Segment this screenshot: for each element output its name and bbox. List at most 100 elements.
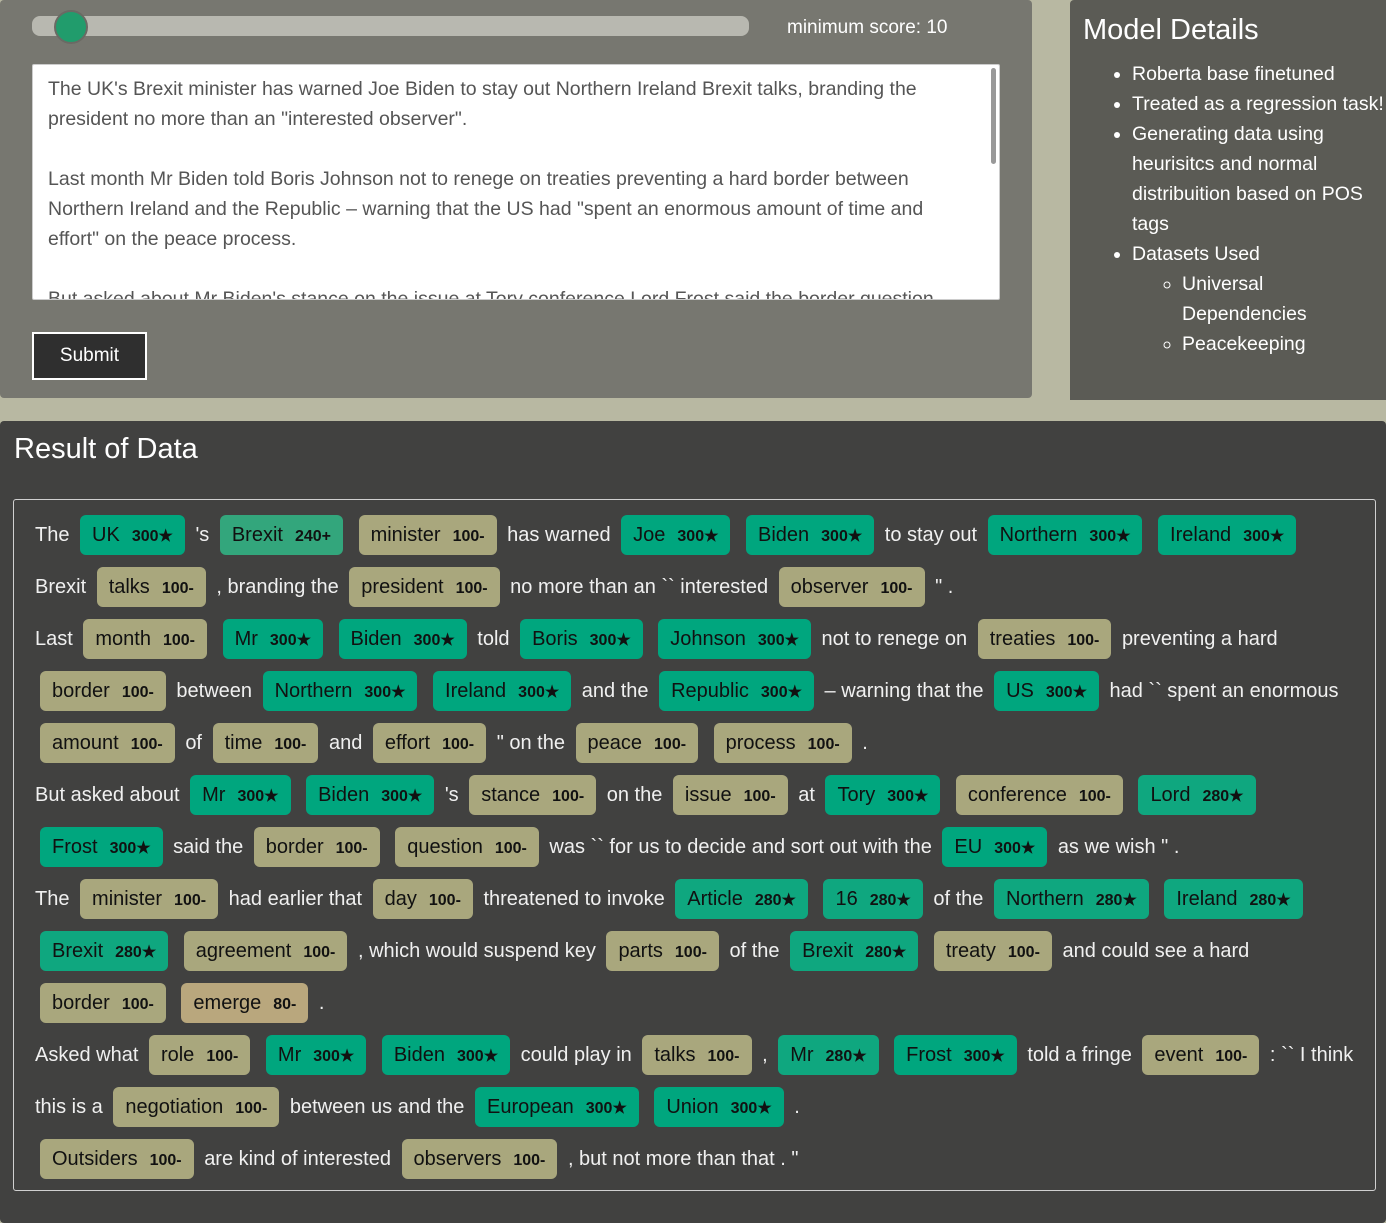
detail-item: Generating data using heurisitcs and nor… — [1132, 119, 1386, 239]
plain-text: " . — [935, 576, 954, 598]
token-score: 300★ — [887, 788, 929, 805]
scored-token: agreement 100- — [183, 931, 348, 971]
token-word: conference — [967, 784, 1067, 806]
plain-text: of the — [729, 940, 780, 962]
plain-text: and the — [581, 680, 649, 702]
plain-text: between us and the — [289, 1096, 465, 1118]
scored-token: Tory 300★ — [825, 775, 941, 815]
token-word: Biden — [318, 784, 370, 806]
token-score: 300★ — [381, 788, 423, 805]
scored-token: EU 300★ — [942, 827, 1048, 867]
result-paragraph: Asked what role 100- Mr 300★ Biden 300★ cou… — [35, 1030, 1355, 1134]
plain-text: . — [318, 992, 325, 1014]
submit-button[interactable]: Submit — [32, 332, 147, 380]
plain-text: Last — [35, 628, 73, 650]
token-word: 16 — [835, 888, 858, 910]
scored-token: US 300★ — [994, 671, 1099, 711]
plain-text: Brexit — [35, 576, 87, 598]
token-score: 100- — [455, 580, 488, 597]
plain-text: Asked what — [35, 1044, 139, 1066]
min-score-slider[interactable] — [32, 10, 749, 44]
plain-text: But asked about — [35, 784, 180, 806]
plain-text: . — [862, 732, 868, 754]
scored-token: UK 300★ — [80, 515, 185, 555]
token-score: 100- — [335, 840, 368, 857]
plain-text: was `` for us to decide and sort out wit… — [549, 836, 932, 858]
scored-token: month 100- — [83, 619, 207, 659]
token-word: Biden — [350, 628, 402, 650]
token-word: stance — [481, 784, 541, 806]
token-word: Tory — [837, 784, 876, 806]
token-word: Ireland — [445, 680, 507, 702]
scored-token: Mr 300★ — [222, 619, 323, 659]
token-score: 280★ — [1202, 788, 1244, 805]
scored-token: European 300★ — [475, 1087, 639, 1127]
token-word: emerge — [193, 992, 262, 1014]
scored-token: Mr 280★ — [778, 1035, 879, 1075]
token-word: Mr — [202, 784, 226, 806]
token-word: Biden — [393, 1044, 445, 1066]
result-title: Result of Data — [14, 433, 198, 465]
plain-text: threatened to invoke — [483, 888, 665, 910]
token-word: Ireland — [1176, 888, 1238, 910]
token-score: 100- — [130, 736, 163, 753]
token-word: UK — [92, 524, 120, 546]
token-word: border — [265, 836, 324, 858]
min-score-label: minimum score: 10 — [787, 17, 948, 38]
token-score: 100- — [149, 1152, 182, 1169]
token-score: 300★ — [1089, 528, 1131, 545]
scored-token: Article 280★ — [675, 879, 808, 919]
token-word: Frost — [52, 836, 98, 858]
model-details-title: Model Details — [1083, 14, 1259, 46]
scored-token: Republic 300★ — [659, 671, 814, 711]
result-box: The UK 300★ 's Brexit 240+ minister 100- ha… — [13, 499, 1376, 1191]
article-textarea[interactable]: The UK's Brexit minister has warned Joe … — [32, 64, 1000, 300]
token-word: Mr — [790, 1044, 814, 1066]
scored-token: Northern 280★ — [993, 879, 1149, 919]
token-word: Biden — [758, 524, 810, 546]
token-word: role — [160, 1044, 195, 1066]
scored-token: observer 100- — [778, 567, 925, 607]
token-score: 100- — [880, 580, 913, 597]
result-paragraph: Last month 100- Mr 300★ Biden 300★ told Bor… — [35, 614, 1355, 770]
scored-token: Ireland 280★ — [1164, 879, 1303, 919]
textarea-text[interactable]: The UK's Brexit minister has warned Joe … — [33, 65, 999, 299]
detail-item: Treated as a regression task! — [1132, 89, 1386, 119]
token-word: day — [384, 888, 417, 910]
token-word: effort — [384, 732, 431, 754]
token-word: Outsiders — [52, 1148, 138, 1170]
token-score: 300★ — [757, 632, 799, 649]
scored-token: Brexit 280★ — [790, 931, 919, 971]
textarea-scrollbar[interactable] — [991, 68, 996, 164]
plain-text: said the — [173, 836, 244, 858]
plain-text: are kind of interested — [204, 1148, 391, 1170]
token-score: 100- — [513, 1152, 546, 1169]
token-score: 100- — [274, 736, 307, 753]
result-panel: Result of Data The UK 300★ 's Brexit 240+ … — [0, 421, 1386, 1223]
token-word: Frost — [906, 1044, 952, 1066]
token-score: 100- — [442, 736, 475, 753]
token-score: 100- — [121, 684, 154, 701]
plain-text: told a fringe — [1027, 1044, 1132, 1066]
token-score: 100- — [674, 944, 707, 961]
token-word: Lord — [1150, 784, 1191, 806]
token-word: observer — [790, 576, 869, 598]
token-word: European — [487, 1096, 574, 1118]
token-score: 100- — [807, 736, 840, 753]
token-score: 100- — [743, 788, 776, 805]
token-word: border — [52, 680, 110, 702]
token-word: Brexit — [52, 940, 104, 962]
token-word: observers — [413, 1148, 502, 1170]
result-paragraph: The UK 300★ 's Brexit 240+ minister 100- ha… — [35, 510, 1355, 614]
plain-text: and — [328, 732, 363, 754]
token-word: question — [407, 836, 483, 858]
scored-token: 16 280★ — [823, 879, 923, 919]
token-score: 100- — [1078, 788, 1111, 805]
token-word: event — [1154, 1044, 1204, 1066]
slider-thumb[interactable] — [54, 10, 88, 44]
scored-token: Biden 300★ — [381, 1035, 511, 1075]
token-score: 300★ — [109, 840, 151, 857]
scored-token: amount 100- — [40, 723, 175, 763]
detail-item: Datasets Used Universal Dependencies Pea… — [1132, 239, 1386, 359]
scored-token: day 100- — [372, 879, 473, 919]
